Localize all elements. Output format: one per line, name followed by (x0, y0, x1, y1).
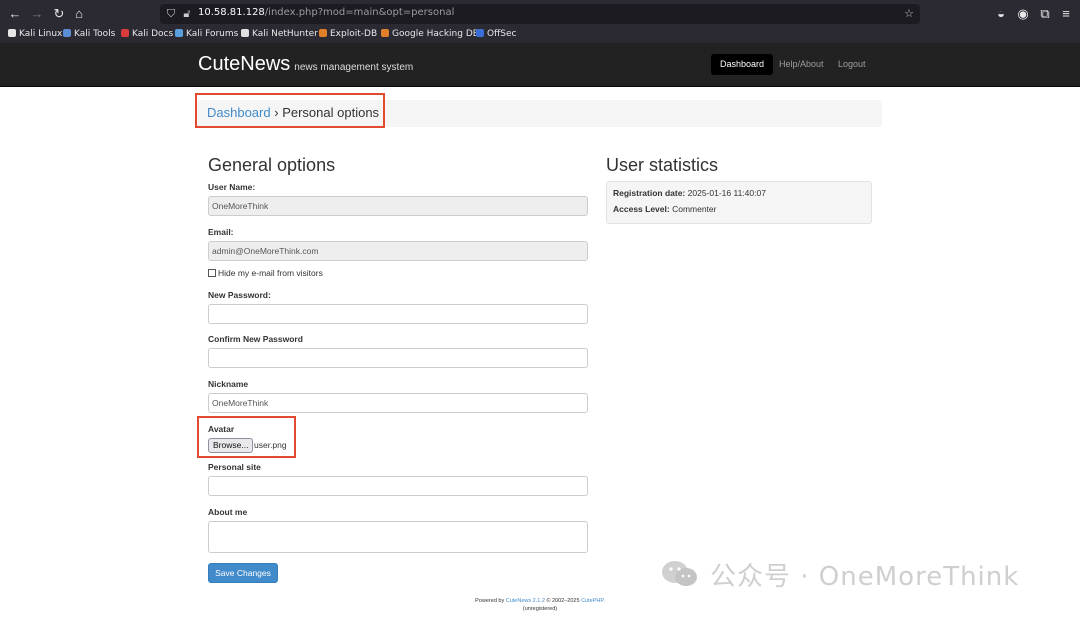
url-path: /index.php?mod=main&opt=personal (264, 7, 455, 18)
nav-logout[interactable]: Logout (829, 54, 875, 75)
watermark-text: 公众号 · OneMoreThink (710, 562, 1020, 592)
account-icon[interactable]: ◉ (1014, 5, 1032, 23)
reload-icon[interactable]: ↻ (50, 5, 68, 23)
hide-email-checkbox[interactable] (208, 269, 216, 277)
highlight-box-avatar (197, 416, 296, 458)
brand-name: CuteNews (198, 53, 291, 75)
new-password-field[interactable] (208, 304, 588, 324)
bookmark-label: Kali Forums (186, 29, 239, 39)
access-level-label: Access Level: (613, 204, 670, 214)
about-me-label: About me (208, 507, 248, 517)
address-bar[interactable]: ⛉ 🔓︎ 10.58.81.128/index.php?mod=main&opt… (160, 4, 920, 24)
bookmark-offsec[interactable]: OffSec (476, 29, 516, 39)
ghdb-icon (381, 29, 389, 37)
offsec-icon (476, 29, 484, 37)
bookmark-label: Kali Linux (19, 29, 63, 39)
bookmark-label: Kali NetHunter (252, 29, 318, 39)
bookmark-star-icon[interactable]: ☆ (902, 7, 916, 21)
access-level-value: Commenter (672, 204, 717, 214)
general-options-heading: General options (208, 155, 336, 175)
access-level-row: Access Level: Commenter (613, 204, 716, 214)
site-navbar: CuteNews news management system Dashboard… (0, 43, 1080, 87)
user-statistics-panel: Registration date: 2025-01-16 11:40:07 A… (606, 181, 872, 224)
footer-product-link[interactable]: CuteNews 2.1.2 (506, 598, 545, 604)
bookmark-kali-forums[interactable]: Kali Forums (175, 29, 238, 39)
pocket-icon[interactable]: ◒ (992, 5, 1010, 23)
menu-icon[interactable]: ≡ (1057, 5, 1075, 23)
kali-docs-icon (121, 29, 129, 37)
nethunter-icon (241, 29, 249, 37)
bookmark-label: OffSec (487, 29, 517, 39)
nav-help-about[interactable]: Help/About (770, 54, 833, 75)
highlight-box-breadcrumb (195, 93, 385, 128)
footer-status: (unregistered) (522, 606, 558, 612)
extensions-icon[interactable]: ⧉ (1036, 5, 1054, 23)
url-text: 10.58.81.128/index.php?mod=main&opt=pers… (198, 7, 454, 18)
personal-site-field[interactable] (208, 476, 588, 496)
site-brand[interactable]: CuteNews news management system (198, 53, 413, 76)
bookmark-label: Kali Tools (74, 29, 116, 39)
wechat-logo-icon (662, 561, 697, 586)
footer-powered: Powered by (475, 598, 505, 604)
bookmark-kali-nethunter[interactable]: Kali NetHunter (241, 29, 318, 39)
confirm-password-field[interactable] (208, 348, 588, 368)
bookmark-label: Google Hacking DB (392, 29, 479, 39)
shield-icon[interactable]: ⛉ (164, 7, 178, 21)
bookmarks-bar: Kali Linux Kali Tools Kali Docs Kali For… (0, 27, 1080, 43)
bookmark-label: Kali Docs (132, 29, 174, 39)
save-changes-button[interactable]: Save Changes (208, 563, 278, 583)
user-statistics-heading: User statistics (606, 155, 719, 175)
footer-vendor-link[interactable]: CutePHP (581, 598, 603, 604)
bookmark-kali-tools[interactable]: Kali Tools (63, 29, 115, 39)
new-password-label: New Password: (208, 290, 271, 300)
bookmark-ghdb[interactable]: Google Hacking DB (381, 29, 479, 39)
home-icon[interactable]: ⌂ (70, 5, 88, 23)
footer-copyright: © 2002–2025 (546, 598, 580, 604)
email-field[interactable]: admin@OneMoreThink.com (208, 241, 588, 261)
kali-tools-icon (63, 29, 71, 37)
kali-forums-icon (175, 29, 183, 37)
footer-period: . (603, 598, 605, 604)
bookmark-exploit-db[interactable]: Exploit-DB (319, 29, 377, 39)
registration-date-label: Registration date: (613, 188, 686, 198)
hide-email-label: Hide my e-mail from visitors (218, 268, 323, 278)
username-label: User Name: (208, 182, 256, 192)
about-me-textarea[interactable] (208, 521, 588, 553)
bookmark-kali-linux[interactable]: Kali Linux (8, 29, 62, 39)
url-host: 10.58.81.128 (198, 7, 265, 18)
insecure-lock-icon[interactable]: 🔓︎ (180, 7, 194, 21)
bookmark-label: Exploit-DB (330, 29, 378, 39)
brand-tagline: news management system (294, 62, 414, 73)
kali-dragon-icon (8, 29, 16, 37)
email-label: Email: (208, 227, 234, 237)
personal-site-label: Personal site (208, 462, 261, 472)
exploit-db-icon (319, 29, 327, 37)
back-icon[interactable]: ← (6, 5, 24, 23)
nickname-label: Nickname (208, 379, 249, 389)
footer: Powered by CuteNews 2.1.2 © 2002–2025 Cu… (0, 597, 1080, 613)
nickname-field[interactable]: OneMoreThink (208, 393, 588, 413)
forward-icon[interactable]: → (28, 5, 46, 23)
nav-dashboard[interactable]: Dashboard (711, 54, 774, 75)
hide-email-option[interactable]: Hide my e-mail from visitors (208, 268, 323, 278)
registration-date-row: Registration date: 2025-01-16 11:40:07 (613, 188, 766, 198)
browser-toolbar: ← → ↻ ⌂ ⛉ 🔓︎ 10.58.81.128/index.php?mod=… (0, 0, 1080, 27)
confirm-password-label: Confirm New Password (208, 334, 303, 344)
registration-date-value: 2025-01-16 11:40:07 (687, 188, 766, 198)
bookmark-kali-docs[interactable]: Kali Docs (121, 29, 173, 39)
footer-line-1: Powered by CuteNews 2.1.2 © 2002–2025 Cu… (0, 597, 1080, 605)
username-field[interactable]: OneMoreThink (208, 196, 588, 216)
